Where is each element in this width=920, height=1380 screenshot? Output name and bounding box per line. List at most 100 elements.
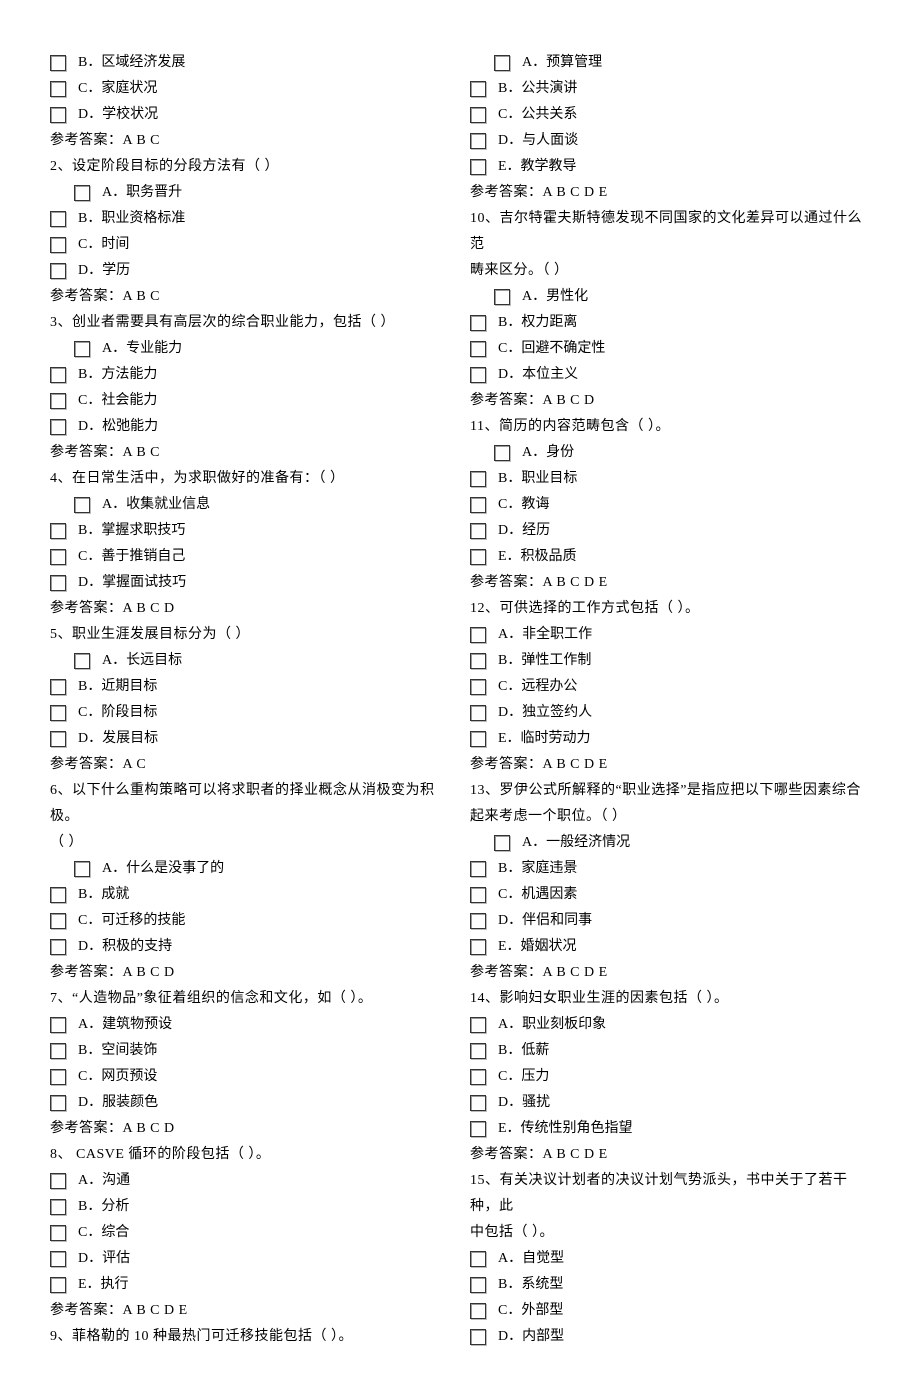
question-text: 5、职业生涯发展目标分为（ ） xyxy=(50,622,450,648)
checkbox-icon[interactable] xyxy=(470,1329,486,1345)
option-text: C．网页预设 xyxy=(78,1064,157,1090)
checkbox-icon[interactable] xyxy=(50,913,66,929)
option-row: D．经历 xyxy=(470,518,870,544)
option-row: B．职业资格标准 xyxy=(50,206,450,232)
option-text: C．阶段目标 xyxy=(78,700,157,726)
checkbox-icon[interactable] xyxy=(50,55,66,71)
checkbox-icon[interactable] xyxy=(470,679,486,695)
checkbox-icon[interactable] xyxy=(470,1303,486,1319)
option-row: B．成就 xyxy=(50,882,450,908)
checkbox-icon[interactable] xyxy=(470,1121,486,1137)
option-text: B．方法能力 xyxy=(78,362,157,388)
checkbox-icon[interactable] xyxy=(50,939,66,955)
checkbox-icon[interactable] xyxy=(470,939,486,955)
checkbox-icon[interactable] xyxy=(50,107,66,123)
option-text: A．专业能力 xyxy=(102,336,182,362)
checkbox-icon[interactable] xyxy=(470,81,486,97)
checkbox-icon[interactable] xyxy=(470,1017,486,1033)
checkbox-icon[interactable] xyxy=(50,367,66,383)
checkbox-icon[interactable] xyxy=(470,523,486,539)
checkbox-icon[interactable] xyxy=(50,1069,66,1085)
checkbox-icon[interactable] xyxy=(470,1069,486,1085)
checkbox-icon[interactable] xyxy=(470,913,486,929)
checkbox-icon[interactable] xyxy=(50,81,66,97)
checkbox-icon[interactable] xyxy=(470,1095,486,1111)
checkbox-icon[interactable] xyxy=(74,497,90,513)
checkbox-icon[interactable] xyxy=(50,887,66,903)
checkbox-icon[interactable] xyxy=(50,679,66,695)
option-text: A．职业刻板印象 xyxy=(498,1012,606,1038)
checkbox-icon[interactable] xyxy=(470,367,486,383)
question-text: 15、有关决议计划者的决议计划气势派头，书中关于了若干种，此 xyxy=(470,1168,870,1220)
question-text: 9、菲格勒的 10 种最热门可迁移技能包括（ ）。 xyxy=(50,1324,450,1350)
checkbox-icon[interactable] xyxy=(50,549,66,565)
answer-text: 参考答案：A B C D E xyxy=(470,752,870,778)
answer-text: 参考答案：A B C xyxy=(50,284,450,310)
checkbox-icon[interactable] xyxy=(470,705,486,721)
checkbox-icon[interactable] xyxy=(494,55,510,71)
checkbox-icon[interactable] xyxy=(494,835,510,851)
checkbox-icon[interactable] xyxy=(470,861,486,877)
checkbox-icon[interactable] xyxy=(50,1095,66,1111)
checkbox-icon[interactable] xyxy=(470,315,486,331)
option-row: C．网页预设 xyxy=(50,1064,450,1090)
checkbox-icon[interactable] xyxy=(470,1043,486,1059)
checkbox-icon[interactable] xyxy=(494,445,510,461)
option-row: E．传统性别角色指望 xyxy=(470,1116,870,1142)
option-text: B．区域经济发展 xyxy=(78,50,185,76)
checkbox-icon[interactable] xyxy=(470,1251,486,1267)
checkbox-icon[interactable] xyxy=(50,705,66,721)
checkbox-icon[interactable] xyxy=(470,471,486,487)
answer-text: 参考答案：A B C xyxy=(50,440,450,466)
checkbox-icon[interactable] xyxy=(470,887,486,903)
option-row: D．独立签约人 xyxy=(470,700,870,726)
checkbox-icon[interactable] xyxy=(50,419,66,435)
checkbox-icon[interactable] xyxy=(50,523,66,539)
checkbox-icon[interactable] xyxy=(74,653,90,669)
checkbox-icon[interactable] xyxy=(74,185,90,201)
option-text: A．男性化 xyxy=(522,284,588,310)
option-row: A．非全职工作 xyxy=(470,622,870,648)
checkbox-icon[interactable] xyxy=(470,549,486,565)
option-text: A．长远目标 xyxy=(102,648,182,674)
checkbox-icon[interactable] xyxy=(50,211,66,227)
question-text: 中包括（ ）。 xyxy=(470,1220,870,1246)
option-row: B．近期目标 xyxy=(50,674,450,700)
option-row: B．掌握求职技巧 xyxy=(50,518,450,544)
checkbox-icon[interactable] xyxy=(470,627,486,643)
option-text: B．分析 xyxy=(78,1194,129,1220)
checkbox-icon[interactable] xyxy=(74,341,90,357)
checkbox-icon[interactable] xyxy=(74,861,90,877)
checkbox-icon[interactable] xyxy=(470,107,486,123)
checkbox-icon[interactable] xyxy=(470,1277,486,1293)
checkbox-icon[interactable] xyxy=(50,731,66,747)
checkbox-icon[interactable] xyxy=(470,731,486,747)
option-row: A．什么是没事了的 xyxy=(50,856,450,882)
checkbox-icon[interactable] xyxy=(50,263,66,279)
checkbox-icon[interactable] xyxy=(470,341,486,357)
option-text: D．评估 xyxy=(78,1246,130,1272)
checkbox-icon[interactable] xyxy=(50,1277,66,1293)
checkbox-icon[interactable] xyxy=(470,653,486,669)
checkbox-icon[interactable] xyxy=(470,133,486,149)
option-text: D．松弛能力 xyxy=(78,414,158,440)
question-text: 7、“人造物品”象征着组织的信念和文化，如（ ）。 xyxy=(50,986,450,1012)
checkbox-icon[interactable] xyxy=(50,575,66,591)
option-text: E．传统性别角色指望 xyxy=(498,1116,633,1142)
checkbox-icon[interactable] xyxy=(50,393,66,409)
checkbox-icon[interactable] xyxy=(50,1225,66,1241)
checkbox-icon[interactable] xyxy=(494,289,510,305)
checkbox-icon[interactable] xyxy=(50,1017,66,1033)
checkbox-icon[interactable] xyxy=(50,1043,66,1059)
option-text: A．非全职工作 xyxy=(498,622,592,648)
checkbox-icon[interactable] xyxy=(50,237,66,253)
checkbox-icon[interactable] xyxy=(50,1173,66,1189)
answer-text: 参考答案：A B C D E xyxy=(470,1142,870,1168)
checkbox-icon[interactable] xyxy=(50,1251,66,1267)
checkbox-icon[interactable] xyxy=(470,159,486,175)
option-row: B．权力距离 xyxy=(470,310,870,336)
checkbox-icon[interactable] xyxy=(470,497,486,513)
option-row: A．一般经济情况 xyxy=(470,830,870,856)
option-row: C．可迁移的技能 xyxy=(50,908,450,934)
checkbox-icon[interactable] xyxy=(50,1199,66,1215)
